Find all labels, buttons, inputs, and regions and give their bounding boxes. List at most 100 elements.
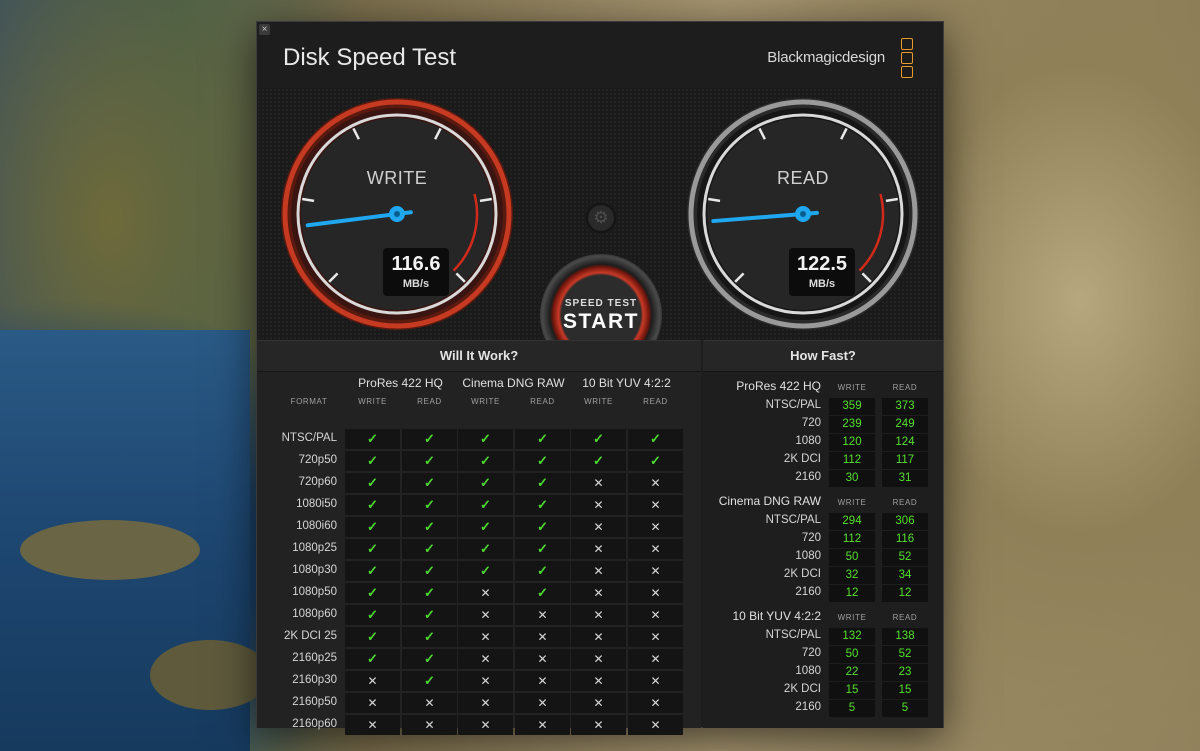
- read-speed-cell: 117: [882, 452, 928, 469]
- check-icon: ✓: [458, 561, 513, 581]
- cross-icon: ✕: [345, 671, 400, 691]
- read-gauge: READ 122.5 MB/s: [685, 96, 921, 332]
- write-readout: 116.6 MB/s: [383, 248, 449, 296]
- cross-icon: ✕: [628, 517, 683, 537]
- gauge-area: WRITE 116.6 MB/s ⚙ SPEED TEST START READ…: [257, 88, 943, 376]
- brand-logo-icon: [901, 38, 913, 80]
- format-column-header: FORMAT: [290, 397, 328, 406]
- check-icon: ✓: [515, 539, 570, 559]
- how-fast-group-header: Cinema DNG RAW: [718, 494, 821, 508]
- check-icon: ✓: [402, 627, 457, 647]
- cross-icon: ✕: [628, 627, 683, 647]
- read-speed-unit: MB/s: [808, 278, 836, 290]
- check-icon: ✓: [458, 451, 513, 471]
- cross-icon: ✕: [571, 561, 626, 581]
- cross-icon: ✕: [628, 495, 683, 515]
- cross-icon: ✕: [628, 583, 683, 603]
- write-speed-cell: 112: [829, 452, 875, 469]
- cross-icon: ✕: [571, 473, 626, 493]
- cross-icon: ✕: [571, 693, 626, 713]
- check-icon: ✓: [345, 649, 400, 669]
- check-icon: ✓: [515, 473, 570, 493]
- cross-icon: ✕: [571, 517, 626, 537]
- check-icon: ✓: [402, 583, 457, 603]
- column-group-header: Cinema DNG RAW: [462, 376, 565, 390]
- format-label: 2K DCI 25: [283, 630, 337, 642]
- check-icon: ✓: [628, 429, 683, 449]
- check-icon: ✓: [515, 429, 570, 449]
- column-sub-header: READ: [417, 397, 442, 406]
- cross-icon: ✕: [402, 715, 457, 735]
- read-speed-cell: 373: [882, 398, 928, 415]
- write-speed-cell: 120: [829, 434, 875, 451]
- read-speed-cell: 31: [882, 470, 928, 487]
- column-sub-header: READ: [643, 397, 668, 406]
- read-speed-value: 122.5: [796, 253, 848, 275]
- write-speed-value: 116.6: [391, 253, 441, 275]
- cross-icon: ✕: [402, 693, 457, 713]
- write-speed-cell: 22: [829, 664, 875, 681]
- read-speed-cell: 124: [882, 434, 928, 451]
- write-speed-cell: 359: [829, 398, 875, 415]
- cross-icon: ✕: [458, 715, 513, 735]
- format-label: 2160p30: [292, 674, 337, 686]
- check-icon: ✓: [402, 429, 457, 449]
- how-fast-group-header: ProRes 422 HQ: [736, 379, 821, 393]
- check-icon: ✓: [345, 605, 400, 625]
- cross-icon: ✕: [515, 627, 570, 647]
- cross-icon: ✕: [571, 583, 626, 603]
- gear-icon[interactable]: ⚙: [585, 202, 617, 234]
- format-label: 1080i60: [296, 520, 337, 532]
- how-fast-write-header: WRITE: [837, 613, 867, 622]
- how-fast-format-label: 2K DCI: [783, 453, 821, 465]
- check-icon: ✓: [402, 605, 457, 625]
- column-sub-header: WRITE: [584, 397, 613, 406]
- format-label: 1080p50: [292, 586, 337, 598]
- write-speed-cell: 50: [829, 549, 875, 566]
- cross-icon: ✕: [515, 671, 570, 691]
- column-group-header: 10 Bit YUV 4:2:2: [582, 376, 671, 390]
- check-icon: ✓: [515, 451, 570, 471]
- will-it-work-panel: Will It Work? ProRes 422 HQ Cinema DNG RA…: [257, 340, 701, 735]
- how-fast-write-header: WRITE: [837, 498, 867, 507]
- write-speed-cell: 32: [829, 567, 875, 584]
- read-speed-cell: 116: [882, 531, 928, 548]
- app-title: Disk Speed Test: [283, 44, 456, 71]
- check-icon: ✓: [345, 517, 400, 537]
- desktop-rock: [150, 640, 270, 710]
- cross-icon: ✕: [458, 583, 513, 603]
- write-speed-cell: 50: [829, 646, 875, 663]
- how-fast-format-label: 720: [801, 417, 821, 429]
- how-fast-write-header: WRITE: [837, 383, 867, 392]
- cross-icon: ✕: [571, 627, 626, 647]
- cross-icon: ✕: [628, 539, 683, 559]
- check-icon: ✓: [345, 539, 400, 559]
- cross-icon: ✕: [571, 605, 626, 625]
- check-icon: ✓: [402, 451, 457, 471]
- close-icon[interactable]: ×: [259, 24, 270, 35]
- read-speed-cell: 306: [882, 513, 928, 530]
- how-fast-read-header: READ: [892, 613, 918, 622]
- write-gauge: WRITE 116.6 MB/s: [279, 96, 515, 332]
- column-sub-header: WRITE: [358, 397, 387, 406]
- desktop-rock: [20, 520, 200, 580]
- check-icon: ✓: [458, 429, 513, 449]
- write-speed-cell: 15: [829, 682, 875, 699]
- format-label: 720p50: [298, 454, 337, 466]
- check-icon: ✓: [345, 429, 400, 449]
- cross-icon: ✕: [628, 671, 683, 691]
- check-icon: ✓: [515, 583, 570, 603]
- check-icon: ✓: [345, 473, 400, 493]
- format-label: NTSC/PAL: [281, 432, 337, 444]
- how-fast-format-label: 1080: [795, 665, 821, 677]
- cross-icon: ✕: [571, 649, 626, 669]
- check-icon: ✓: [402, 495, 457, 515]
- write-speed-cell: 30: [829, 470, 875, 487]
- brand-name: Blackmagicdesign: [767, 49, 885, 66]
- read-gauge-dial: [687, 98, 919, 330]
- how-fast-format-label: 720: [801, 532, 821, 544]
- cross-icon: ✕: [458, 671, 513, 691]
- check-icon: ✓: [345, 495, 400, 515]
- check-icon: ✓: [628, 451, 683, 471]
- how-fast-format-label: 1080: [795, 550, 821, 562]
